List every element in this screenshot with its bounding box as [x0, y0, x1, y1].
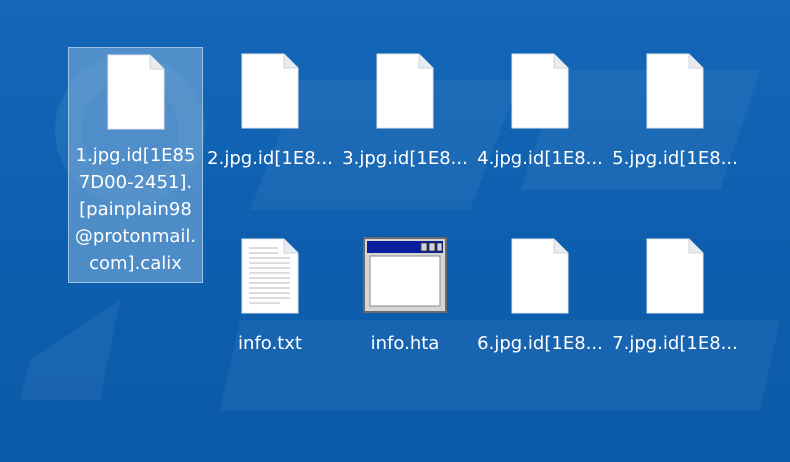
file-thumbnail	[205, 232, 335, 314]
file-2-jpg[interactable]: 2.jpg.id[1E8...	[205, 47, 335, 172]
application-window-icon	[363, 237, 447, 313]
blank-document-icon	[511, 53, 569, 129]
file-name: 5.jpg.id[1E8...	[612, 148, 738, 169]
file-name: info.txt	[238, 333, 302, 354]
file-name: 2.jpg.id[1E8...	[207, 148, 333, 169]
blank-document-icon	[646, 53, 704, 129]
blank-document-icon	[511, 238, 569, 314]
blank-document-icon	[376, 53, 434, 129]
file-name: 1.jpg.id[1E857D00-2451].[painplain98@pro…	[74, 145, 197, 274]
desktop: 1.jpg.id[1E857D00-2451].[painplain98@pro…	[0, 0, 790, 462]
file-name: 6.jpg.id[1E8...	[477, 333, 603, 354]
blank-document-icon	[107, 54, 164, 130]
file-thumbnail	[340, 47, 470, 129]
file-name: 4.jpg.id[1E8...	[477, 148, 603, 169]
file-name: 3.jpg.id[1E8...	[342, 148, 468, 169]
blank-document-icon	[241, 53, 299, 129]
file-name: info.hta	[370, 333, 440, 354]
text-document-icon	[241, 238, 299, 314]
file-thumbnail	[340, 232, 470, 314]
file-thumbnail	[610, 47, 740, 129]
file-7-jpg[interactable]: 7.jpg.id[1E8...	[610, 232, 740, 357]
file-4-jpg[interactable]: 4.jpg.id[1E8...	[475, 47, 605, 172]
file-5-jpg[interactable]: 5.jpg.id[1E8...	[610, 47, 740, 172]
file-6-jpg[interactable]: 6.jpg.id[1E8...	[475, 232, 605, 357]
file-3-jpg[interactable]: 3.jpg.id[1E8...	[340, 47, 470, 172]
file-info-txt[interactable]: info.txt	[205, 232, 335, 357]
blank-document-icon	[646, 238, 704, 314]
file-thumbnail	[69, 48, 202, 130]
file-thumbnail	[475, 47, 605, 129]
file-thumbnail	[610, 232, 740, 314]
file-thumbnail	[205, 47, 335, 129]
file-info-hta[interactable]: info.hta	[340, 232, 470, 357]
file-name: 7.jpg.id[1E8...	[612, 333, 738, 354]
file-thumbnail	[475, 232, 605, 314]
file-1-jpg-calix[interactable]: 1.jpg.id[1E857D00-2451].[painplain98@pro…	[68, 47, 203, 283]
